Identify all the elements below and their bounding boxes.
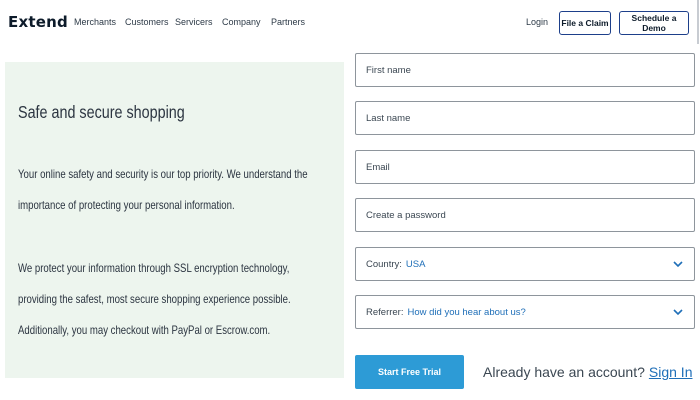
- account-prompt-text: Already have an account?: [483, 364, 645, 380]
- extend-logo[interactable]: Extend: [8, 13, 68, 31]
- password-field[interactable]: Create a password: [355, 198, 695, 232]
- country-select-text: Country: USA: [366, 259, 425, 270]
- nav-customers[interactable]: Customers: [125, 17, 169, 27]
- security-info-panel: Safe and secure shopping Your online saf…: [5, 62, 344, 378]
- login-link[interactable]: Login: [526, 17, 548, 27]
- last-name-placeholder: Last name: [366, 113, 411, 124]
- sign-in-link[interactable]: Sign In: [649, 364, 693, 380]
- first-name-field[interactable]: First name: [355, 53, 695, 87]
- nav-company[interactable]: Company: [222, 17, 261, 27]
- start-free-trial-button[interactable]: Start Free Trial: [355, 355, 464, 389]
- info-paragraph-encryption: We protect your information through SSL …: [18, 261, 291, 337]
- first-name-placeholder: First name: [366, 65, 411, 76]
- info-paragraph-privacy: Your online safety and security is our t…: [18, 167, 308, 212]
- scrollbar-edge: [697, 0, 699, 44]
- nav-merchants[interactable]: Merchants: [74, 17, 116, 27]
- nav-partners[interactable]: Partners: [271, 17, 305, 27]
- referrer-value: How did you hear about us?: [407, 307, 526, 318]
- email-placeholder: Email: [366, 162, 390, 173]
- country-value: USA: [405, 259, 426, 270]
- info-title: Safe and secure shopping: [18, 102, 185, 122]
- referrer-select[interactable]: Referrer: How did you hear about us?: [355, 295, 695, 329]
- email-field[interactable]: Email: [355, 150, 695, 184]
- top-navigation: Extend Merchants Customers Servicers Com…: [0, 0, 700, 46]
- password-placeholder: Create a password: [366, 210, 446, 221]
- country-select[interactable]: Country: USA: [355, 247, 695, 281]
- file-claim-button[interactable]: File a Claim: [559, 11, 611, 35]
- last-name-field[interactable]: Last name: [355, 101, 695, 135]
- schedule-demo-button[interactable]: Schedule a Demo: [619, 11, 689, 35]
- nav-servicers[interactable]: Servicers: [175, 17, 213, 27]
- sign-in-prompt: Already have an account? Sign In: [483, 364, 692, 380]
- chevron-down-icon: [673, 261, 683, 268]
- referrer-label: Referrer:: [366, 307, 404, 318]
- referrer-select-text: Referrer: How did you hear about us?: [366, 307, 526, 318]
- chevron-down-icon: [673, 309, 683, 316]
- country-label: Country:: [366, 259, 402, 270]
